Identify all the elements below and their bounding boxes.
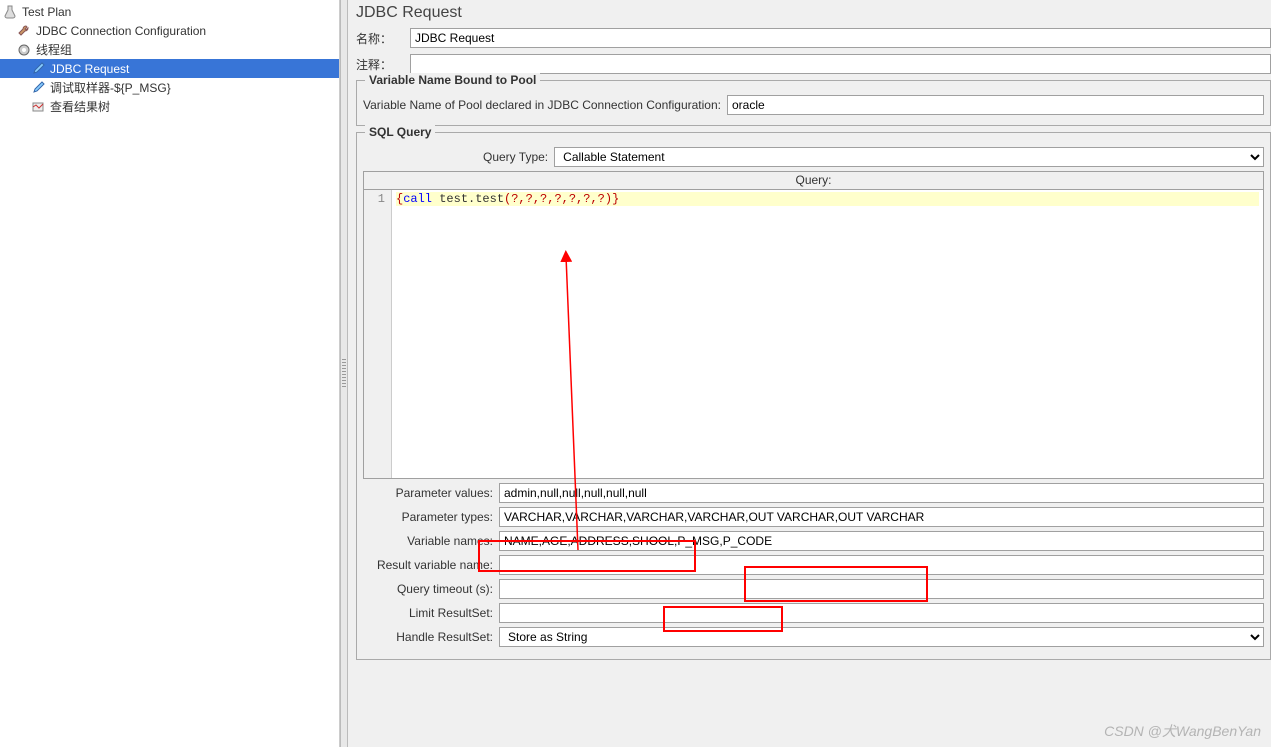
comment-label: 注释： [356,56,406,73]
name-label: 名称： [356,30,406,47]
main-panel: JDBC Request 名称： 注释： Variable Name Bound… [348,0,1271,747]
editor-gutter: 1 [364,190,392,478]
handle-label: Handle ResultSet: [363,630,493,644]
editor-content[interactable]: {call test.test(?,?,?,?,?,?,?)} [392,190,1263,478]
query-column-header: Query: [363,171,1264,189]
tree-label: JDBC Request [50,62,129,76]
param-values-input[interactable] [499,483,1264,503]
sql-editor[interactable]: 1 {call test.test(?,?,?,?,?,?,?)} [363,189,1264,479]
pool-legend: Variable Name Bound to Pool [365,73,540,87]
watermark: CSDN @犬WangBenYan [1104,721,1261,741]
sql-groupbox: SQL Query Query Type: Callable Statement… [356,132,1271,660]
splitter-handle[interactable] [340,0,348,747]
tree-item-view-results[interactable]: 查看结果树 [0,97,339,116]
comment-input[interactable] [410,54,1271,74]
tree-item-test-plan[interactable]: Test Plan [0,2,339,21]
tree-item-jdbc-request[interactable]: JDBC Request [0,59,339,78]
tree-label: 线程组 [36,41,72,58]
tree-label: JDBC Connection Configuration [36,24,206,38]
pool-label: Variable Name of Pool declared in JDBC C… [363,98,721,112]
scope-icon [30,99,46,115]
timeout-input[interactable] [499,579,1264,599]
param-types-input[interactable] [499,507,1264,527]
wrench-icon [16,23,32,39]
tree-label: Test Plan [22,5,71,19]
sql-legend: SQL Query [365,125,435,139]
beaker-icon [2,4,18,20]
pool-groupbox: Variable Name Bound to Pool Variable Nam… [356,80,1271,126]
param-values-label: Parameter values: [363,486,493,500]
var-names-input[interactable] [499,531,1264,551]
query-type-label: Query Type: [483,150,548,164]
tree-item-thread-group[interactable]: 线程组 [0,40,339,59]
pipette-icon [30,61,46,77]
query-type-select[interactable]: Callable Statement [554,147,1264,167]
tree-label: 查看结果树 [50,98,110,115]
limit-input[interactable] [499,603,1264,623]
result-var-label: Result variable name: [363,558,493,572]
limit-label: Limit ResultSet: [363,606,493,620]
param-types-label: Parameter types: [363,510,493,524]
timeout-label: Query timeout (s): [363,582,493,596]
pipette-icon [30,80,46,96]
tree-label: 调试取样器-${P_MSG} [50,79,171,96]
pool-name-input[interactable] [727,95,1264,115]
tree-item-jdbc-connection[interactable]: JDBC Connection Configuration [0,21,339,40]
var-names-label: Variable names: [363,534,493,548]
test-plan-tree: Test Plan JDBC Connection Configuration … [0,0,340,747]
result-var-input[interactable] [499,555,1264,575]
tree-item-debug-sampler[interactable]: 调试取样器-${P_MSG} [0,78,339,97]
page-title: JDBC Request [356,4,1271,22]
handle-select[interactable]: Store as String [499,627,1264,647]
name-input[interactable] [410,28,1271,48]
gear-icon [16,42,32,58]
